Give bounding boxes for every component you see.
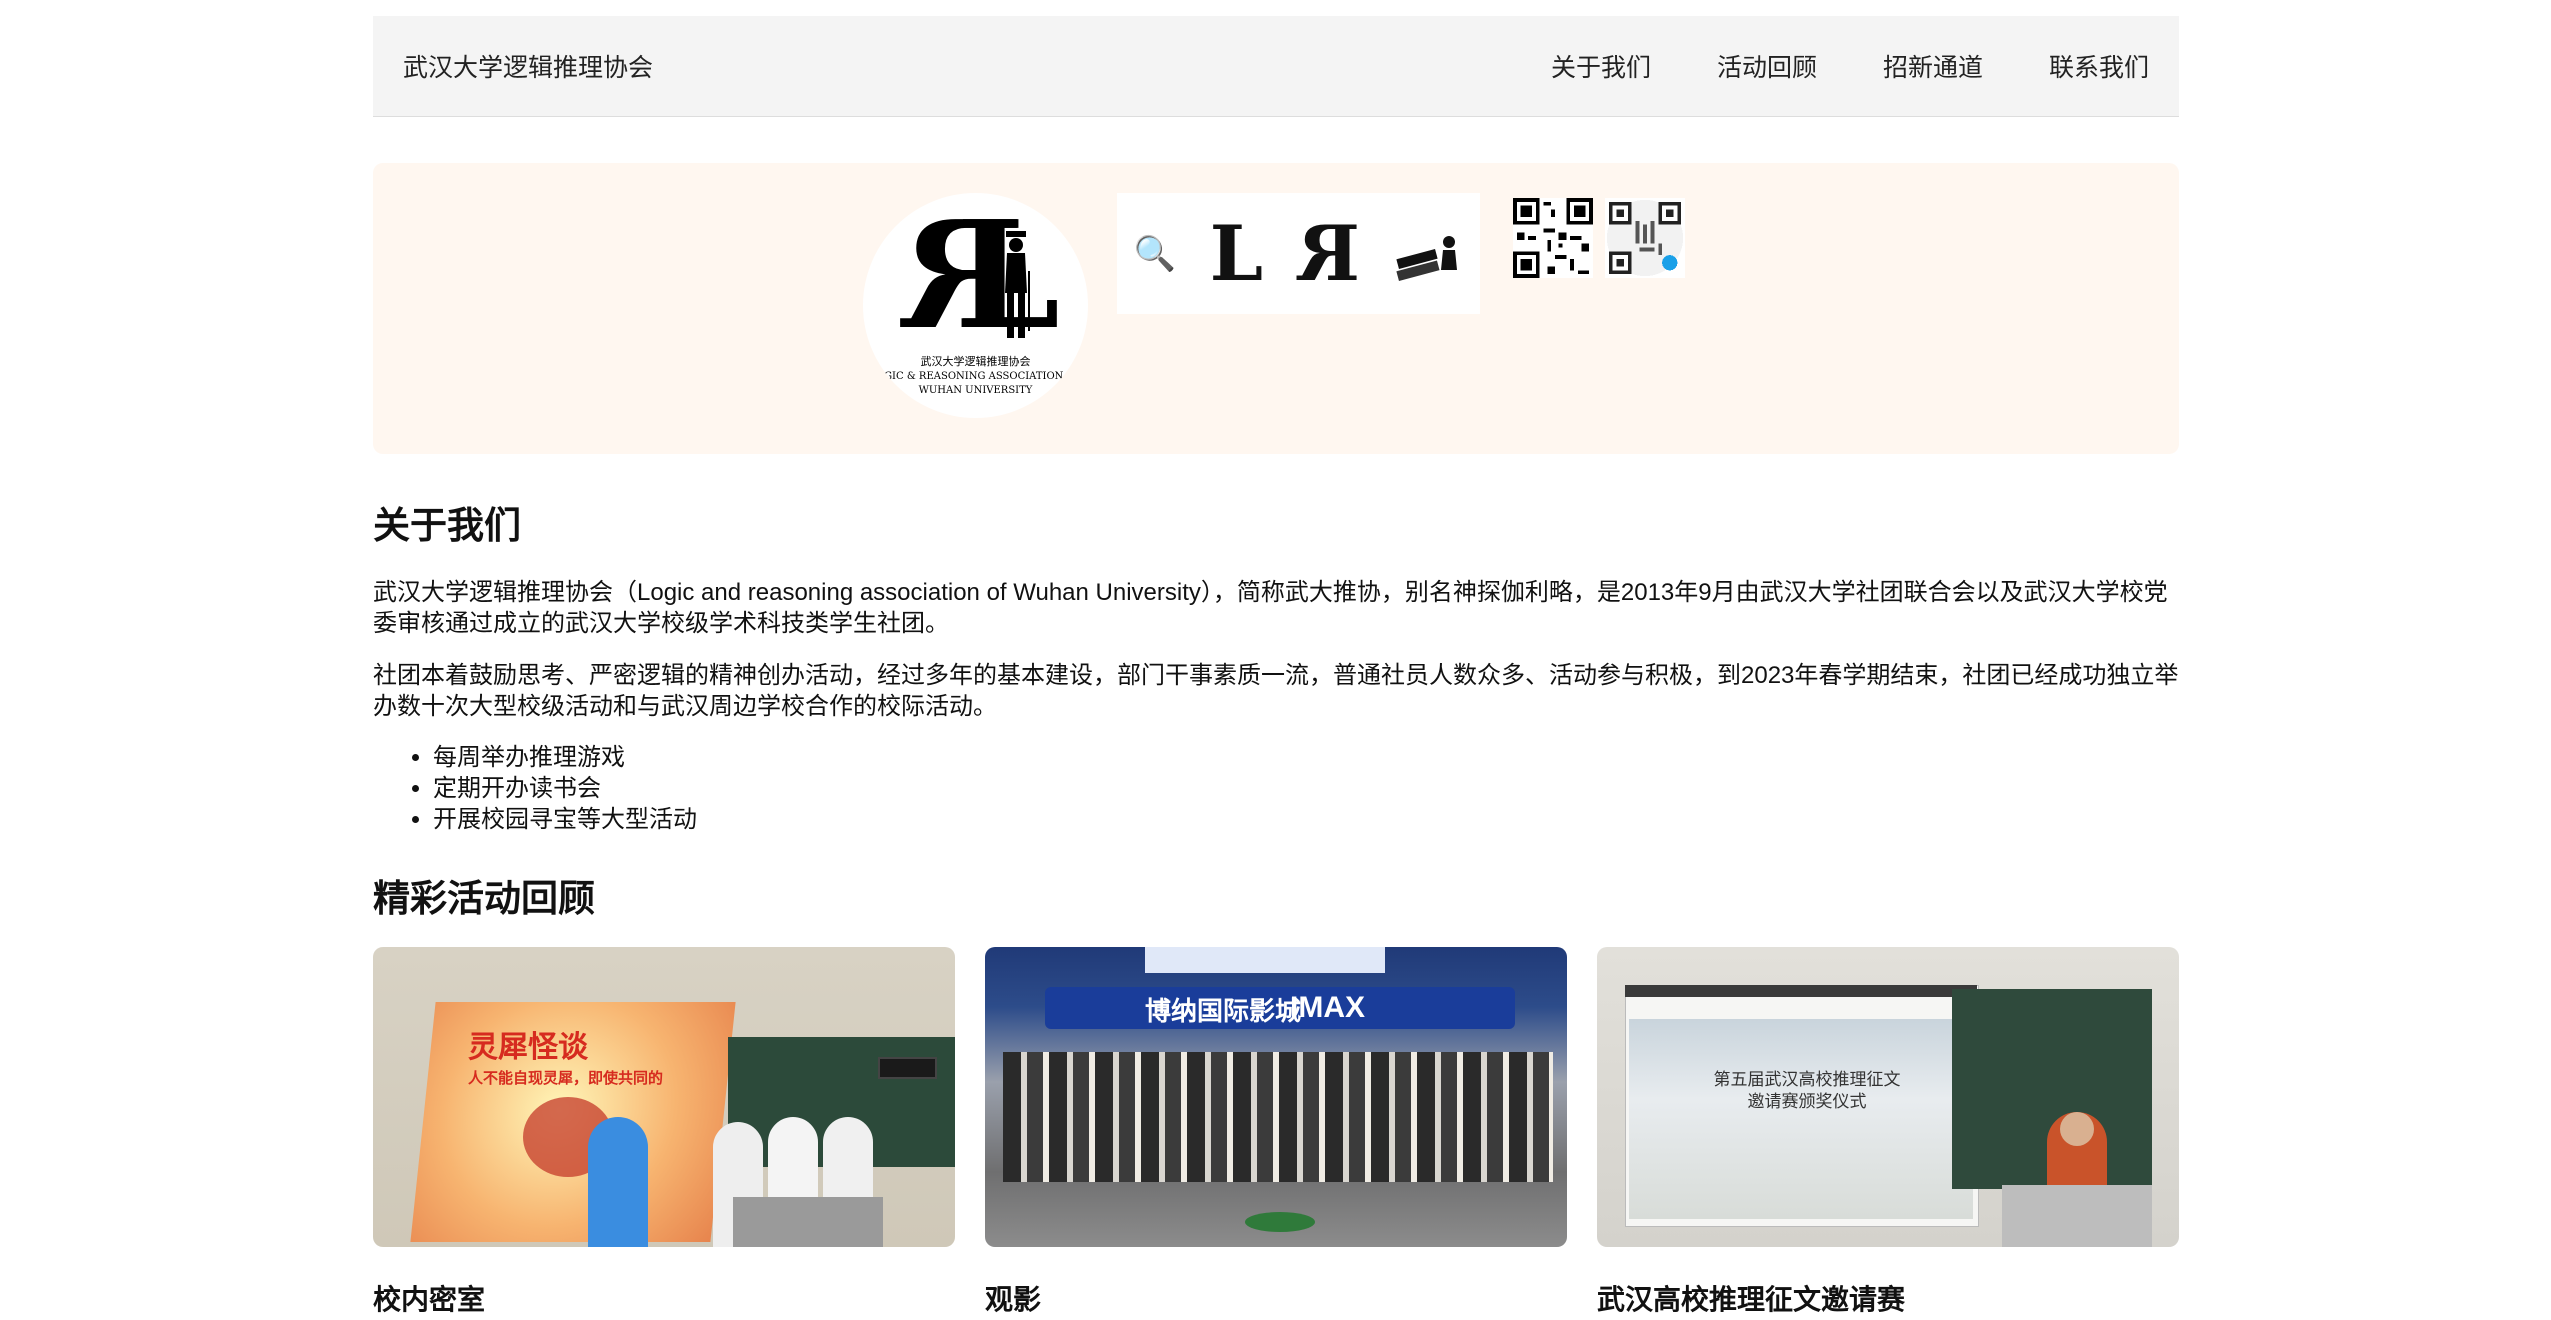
activity-photo-award-ceremony: 第五届武汉高校推理征文 邀请赛颁奖仪式 [1597, 947, 2179, 1247]
list-item: 开展校园寻宝等大型活动 [433, 804, 2179, 835]
top-navbar: 武汉大学逻辑推理协会 关于我们 活动回顾 招新通道 联系我们 [373, 16, 2179, 117]
activity-photo-cinema: 博纳国际影城 IMAX [985, 947, 1567, 1247]
activity-card-title[interactable]: 武汉高校推理征文邀请赛 [1597, 1283, 2179, 1317]
activity-card-title[interactable]: 校内密室 [373, 1283, 955, 1317]
activities-section: 精彩活动回顾 灵犀怪谈 人不能自现灵犀，即使共同的 校内密室 博纳国际影城 IM… [373, 873, 2179, 1317]
about-title: 关于我们 [373, 505, 521, 546]
logo-caption-en-1: LOGIC & REASONING ASSOCIATION OF [869, 371, 1082, 382]
projector-title: 灵犀怪谈 [468, 1030, 588, 1065]
page: 武汉大学逻辑推理协会 关于我们 活动回顾 招新通道 联系我们 R L [0, 0, 2551, 1320]
cinema-name: 博纳国际影城 [1145, 997, 1302, 1027]
list-item: 每周举办推理游戏 [433, 742, 2179, 773]
slide-image [1629, 1019, 1973, 1219]
activity-cards: 灵犀怪谈 人不能自现灵犀，即使共同的 校内密室 博纳国际影城 IMAX 观影 第… [373, 947, 2179, 1317]
association-logo: R L 武汉大学逻辑推理协会 LOGIC & REASONING ASSOCIA… [863, 193, 1088, 418]
activity-photo-escape-room: 灵犀怪谈 人不能自现灵犀，即使共同的 [373, 947, 955, 1247]
list-item: 定期开办读书会 [433, 773, 2179, 804]
logo-letters: R L [901, 193, 1061, 362]
hero-banner: R L 武汉大学逻辑推理协会 LOGIC & REASONING ASSOCIA… [373, 163, 2179, 454]
magnifier-icon: 🔍 [1133, 233, 1177, 274]
books-icon [1396, 235, 1458, 281]
activity-card[interactable]: 博纳国际影城 IMAX 观影 [985, 947, 1567, 1317]
nav-link-contact[interactable]: 联系我们 [2049, 48, 2149, 84]
nav-links: 关于我们 活动回顾 招新通道 联系我们 [1551, 48, 2149, 84]
activities-title: 精彩活动回顾 [373, 878, 595, 919]
qr-code-icon [1513, 198, 1593, 278]
group-of-people [1003, 1052, 1553, 1182]
nav-link-recruit[interactable]: 招新通道 [1883, 48, 1983, 84]
strip-letter-l: L [1209, 209, 1264, 298]
about-section: 关于我们 武汉大学逻辑推理协会（Logic and reasoning asso… [373, 500, 2179, 835]
strip-letter-r: R [1296, 209, 1360, 298]
logo-caption-cn: 武汉大学逻辑推理协会 [920, 355, 1031, 368]
activity-card-title[interactable]: 观影 [985, 1283, 1567, 1317]
activity-card[interactable]: 灵犀怪谈 人不能自现灵犀，即使共同的 校内密室 [373, 947, 955, 1317]
banner-logo-strip: 🔍 L R [1117, 193, 1480, 314]
about-paragraph-1: 武汉大学逻辑推理协会（Logic and reasoning associati… [373, 579, 2168, 637]
podium [733, 1197, 883, 1247]
detective-silhouette-icon [1005, 231, 1030, 338]
imax-logo: IMAX [1290, 991, 1365, 1024]
slide-title-2: 邀请赛颁奖仪式 [1747, 1092, 1867, 1112]
activity-card[interactable]: 第五届武汉高校推理征文 邀请赛颁奖仪式 武汉高校推理征文邀请赛 [1597, 947, 2179, 1317]
nav-link-activities[interactable]: 活动回顾 [1717, 48, 1817, 84]
site-brand[interactable]: 武汉大学逻辑推理协会 [403, 48, 653, 84]
digital-clock [878, 1057, 937, 1079]
logo-caption-en-2: WUHAN UNIVERSITY [918, 385, 1033, 396]
mini-program-code-icon [1605, 198, 1685, 278]
about-paragraph-2: 社团本着鼓励思考、严密逻辑的精神创办活动，经过多年的基本建设，部门干事素质一流，… [373, 662, 2179, 720]
person [588, 1117, 648, 1247]
nav-link-about[interactable]: 关于我们 [1551, 48, 1651, 84]
podium [2002, 1185, 2152, 1247]
feature-list: 每周举办推理游戏 定期开办读书会 开展校园寻宝等大型活动 [373, 742, 2179, 835]
projector-subtitle: 人不能自现灵犀，即使共同的 [468, 1070, 664, 1087]
